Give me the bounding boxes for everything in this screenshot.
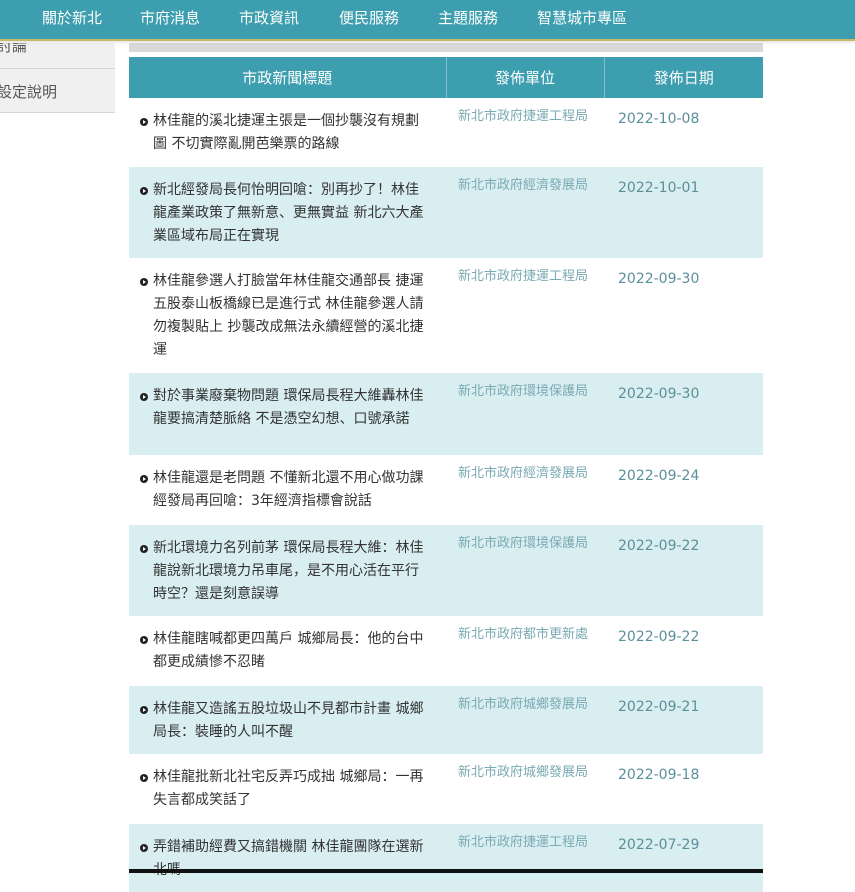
news-title-link[interactable]: 林佳龍的溪北捷運主張是一個抄襲沒有規劃圖 不切實際亂開芭樂票的路線 [139, 110, 432, 156]
news-title-cell: 對於事業廢棄物問題 環保局長程大維轟林佳龍要搞清楚脈絡 不是憑空幻想、口號承諾 [129, 373, 446, 455]
table-row: 新北經發局長何怡明回嗆：別再抄了！林佳龍產業政策了無新意、更無實益 新北六大產業… [129, 167, 763, 258]
news-title-text: 林佳龍又造謠五股垃圾山不見都市計畫 城鄉局長：裝睡的人叫不醒 [153, 701, 424, 740]
news-title-link[interactable]: 新北環境力名列前茅 環保局長程大維：林佳龍說新北環境力吊車尾，是不用心活在平行時… [139, 537, 432, 606]
nav-topics[interactable]: 主題服務 [438, 0, 498, 36]
news-title-link[interactable]: 新北經發局長何怡明回嗆：別再抄了！林佳龍產業政策了無新意、更無實益 新北六大產業… [139, 179, 432, 248]
news-title-link[interactable]: 林佳龍瞎喊都更四萬戶 城鄉局長：他的台中都更成績慘不忍睹 [139, 628, 432, 674]
sidebar-item-label: 設定說明 [0, 83, 58, 101]
news-unit: 新北市政府都市更新處 [458, 627, 589, 642]
nav-services[interactable]: 便民服務 [339, 0, 399, 36]
news-table-body: 林佳龍的溪北捷運主張是一個抄襲沒有規劃圖 不切實際亂開芭樂票的路線新北市政府捷運… [129, 98, 763, 892]
header-title[interactable]: 市政新聞標題 [129, 57, 447, 98]
top-navigation: 關於新北 市府消息 市政資訊 便民服務 主題服務 智慧城市專區 [0, 0, 855, 41]
news-unit: 新北市政府捷運工程局 [446, 824, 604, 892]
content-top-bar [129, 43, 763, 52]
news-unit: 新北市政府城鄉發展局 [458, 765, 589, 780]
news-date: 2022-09-21 [604, 686, 763, 754]
news-title-cell: 林佳龍的溪北捷運主張是一個抄襲沒有規劃圖 不切實際亂開芭樂票的路線 [129, 98, 446, 167]
table-row: 林佳龍批新北社宅反弄巧成拙 城鄉局：一再失言都成笑話了 新北市政府城鄉發展局 202… [129, 754, 763, 824]
table-row: 林佳龍還是老問題 不懂新北還不用心做功課 經發局再回嗆：3年經濟指標會說話 新北市… [129, 455, 763, 525]
table-row: 對於事業廢棄物問題 環保局長程大維轟林佳龍要搞清楚脈絡 不是憑空幻想、口號承諾新… [129, 373, 763, 455]
news-title-cell: 林佳龍又造謠五股垃圾山不見都市計畫 城鄉局長：裝睡的人叫不醒 [129, 686, 446, 754]
bullet-arrow-icon [140, 706, 148, 714]
table-row: 弄錯補助經費又搞錯機關 林佳龍團隊在選新北嗎新北市政府捷運工程局2022-07-… [129, 824, 763, 892]
header-unit[interactable]: 發佈單位 [446, 57, 605, 98]
nav-city-info[interactable]: 市政資訊 [239, 0, 299, 36]
news-date: 2022-09-22 [604, 525, 763, 616]
content-bottom-bar [129, 869, 763, 873]
news-title-text: 林佳龍還是老問題 不懂新北還不用心做功課 經發局再回嗆：3年經濟指標會說話 [153, 470, 424, 509]
sidebar: 討論 設定說明 [0, 43, 115, 113]
news-unit: 新北市政府城鄉發展局 [446, 686, 604, 754]
news-title-cell: 新北環境力名列前茅 環保局長程大維：林佳龍說新北環境力吊車尾，是不用心活在平行時… [129, 525, 446, 616]
news-title-link[interactable]: 弄錯補助經費又搞錯機關 林佳龍團隊在選新北嗎 [139, 836, 432, 882]
news-title-link[interactable]: 林佳龍批新北社宅反弄巧成拙 城鄉局：一再失言都成笑話了 [139, 766, 432, 812]
bullet-arrow-icon [140, 278, 148, 286]
news-date: 2022-09-24 [618, 468, 700, 484]
news-date: 2022-09-30 [604, 373, 763, 455]
news-date: 2022-09-22 [618, 629, 700, 645]
news-unit: 新北市政府環境保護局 [446, 373, 604, 455]
table-row: 林佳龍的溪北捷運主張是一個抄襲沒有規劃圖 不切實際亂開芭樂票的路線 新北市政府捷運… [129, 98, 763, 167]
news-unit: 新北市政府捷運工程局 [458, 269, 589, 284]
news-title-text: 林佳龍批新北社宅反弄巧成拙 城鄉局：一再失言都成笑話了 [153, 769, 424, 808]
header-date[interactable]: 發佈日期 [604, 57, 763, 98]
sidebar-item-settings-guide[interactable]: 設定說明 [0, 69, 115, 113]
news-title-link[interactable]: 林佳龍還是老問題 不懂新北還不用心做功課 經發局再回嗆：3年經濟指標會說話 [139, 467, 432, 513]
news-title-cell: 林佳龍瞎喊都更四萬戶 城鄉局長：他的台中都更成績慘不忍睹 [129, 616, 446, 686]
sidebar-item-label: 討論 [0, 43, 28, 55]
news-unit: 新北市政府環境保護局 [446, 525, 604, 616]
news-date: 2022-07-29 [604, 824, 763, 892]
news-title-text: 林佳龍參選人打臉當年林佳龍交通部長 捷運五股泰山板橋線已是進行式 林佳龍參選人請… [153, 273, 424, 358]
table-row: 林佳龍瞎喊都更四萬戶 城鄉局長：他的台中都更成績慘不忍睹 新北市政府都市更新處 20… [129, 616, 763, 686]
bullet-arrow-icon [140, 118, 148, 126]
news-date: 2022-10-08 [618, 111, 700, 127]
news-unit: 新北市政府經濟發展局 [446, 167, 604, 258]
news-title-text: 新北經發局長何怡明回嗆：別再抄了！林佳龍產業政策了無新意、更無實益 新北六大產業… [153, 182, 424, 244]
nav-about[interactable]: 關於新北 [42, 0, 102, 36]
news-date: 2022-10-01 [604, 167, 763, 258]
news-title-cell: 林佳龍還是老問題 不懂新北還不用心做功課 經發局再回嗆：3年經濟指標會說話 [129, 455, 446, 525]
news-unit: 新北市政府捷運工程局 [458, 109, 589, 124]
bullet-arrow-icon [140, 844, 148, 852]
news-title-link[interactable]: 林佳龍參選人打臉當年林佳龍交通部長 捷運五股泰山板橋線已是進行式 林佳龍參選人請… [139, 270, 432, 362]
news-title-link[interactable]: 對於事業廢棄物問題 環保局長程大維轟林佳龍要搞清楚脈絡 不是憑空幻想、口號承諾 [139, 385, 432, 431]
bullet-arrow-icon [140, 636, 148, 644]
news-title-text: 林佳龍瞎喊都更四萬戶 城鄉局長：他的台中都更成績慘不忍睹 [153, 631, 424, 670]
news-title-text: 新北環境力名列前茅 環保局長程大維：林佳龍說新北環境力吊車尾，是不用心活在平行時… [153, 540, 424, 602]
news-title-link[interactable]: 林佳龍又造謠五股垃圾山不見都市計畫 城鄉局長：裝睡的人叫不醒 [139, 698, 432, 744]
news-date: 2022-09-18 [618, 767, 700, 783]
news-title-cell: 林佳龍批新北社宅反弄巧成拙 城鄉局：一再失言都成笑話了 [129, 754, 446, 824]
table-row: 新北環境力名列前茅 環保局長程大維：林佳龍說新北環境力吊車尾，是不用心活在平行時… [129, 525, 763, 616]
news-title-cell: 林佳龍參選人打臉當年林佳龍交通部長 捷運五股泰山板橋線已是進行式 林佳龍參選人請… [129, 258, 446, 373]
bullet-arrow-icon [140, 187, 148, 195]
news-title-text: 對於事業廢棄物問題 環保局長程大維轟林佳龍要搞清楚脈絡 不是憑空幻想、口號承諾 [153, 388, 424, 427]
bullet-arrow-icon [140, 545, 148, 553]
news-title-cell: 新北經發局長何怡明回嗆：別再抄了！林佳龍產業政策了無新意、更無實益 新北六大產業… [129, 167, 446, 258]
news-unit: 新北市政府經濟發展局 [458, 466, 589, 481]
bullet-arrow-icon [140, 774, 148, 782]
table-row: 林佳龍參選人打臉當年林佳龍交通部長 捷運五股泰山板橋線已是進行式 林佳龍參選人請… [129, 258, 763, 373]
nav-city-news[interactable]: 市府消息 [140, 0, 200, 36]
news-title-cell: 弄錯補助經費又搞錯機關 林佳龍團隊在選新北嗎 [129, 824, 446, 892]
news-title-text: 林佳龍的溪北捷運主張是一個抄襲沒有規劃圖 不切實際亂開芭樂票的路線 [153, 113, 419, 152]
sidebar-item-discussion[interactable]: 討論 [0, 43, 115, 69]
news-table: 市政新聞標題 發佈單位 發佈日期 林佳龍的溪北捷運主張是一個抄襲沒有規劃圖 不切… [129, 57, 763, 892]
bullet-arrow-icon [140, 393, 148, 401]
table-row: 林佳龍又造謠五股垃圾山不見都市計畫 城鄉局長：裝睡的人叫不醒 新北市政府城鄉發展局… [129, 686, 763, 754]
news-date: 2022-09-30 [618, 271, 700, 287]
nav-smart-city[interactable]: 智慧城市專區 [537, 0, 627, 36]
bullet-arrow-icon [140, 475, 148, 483]
